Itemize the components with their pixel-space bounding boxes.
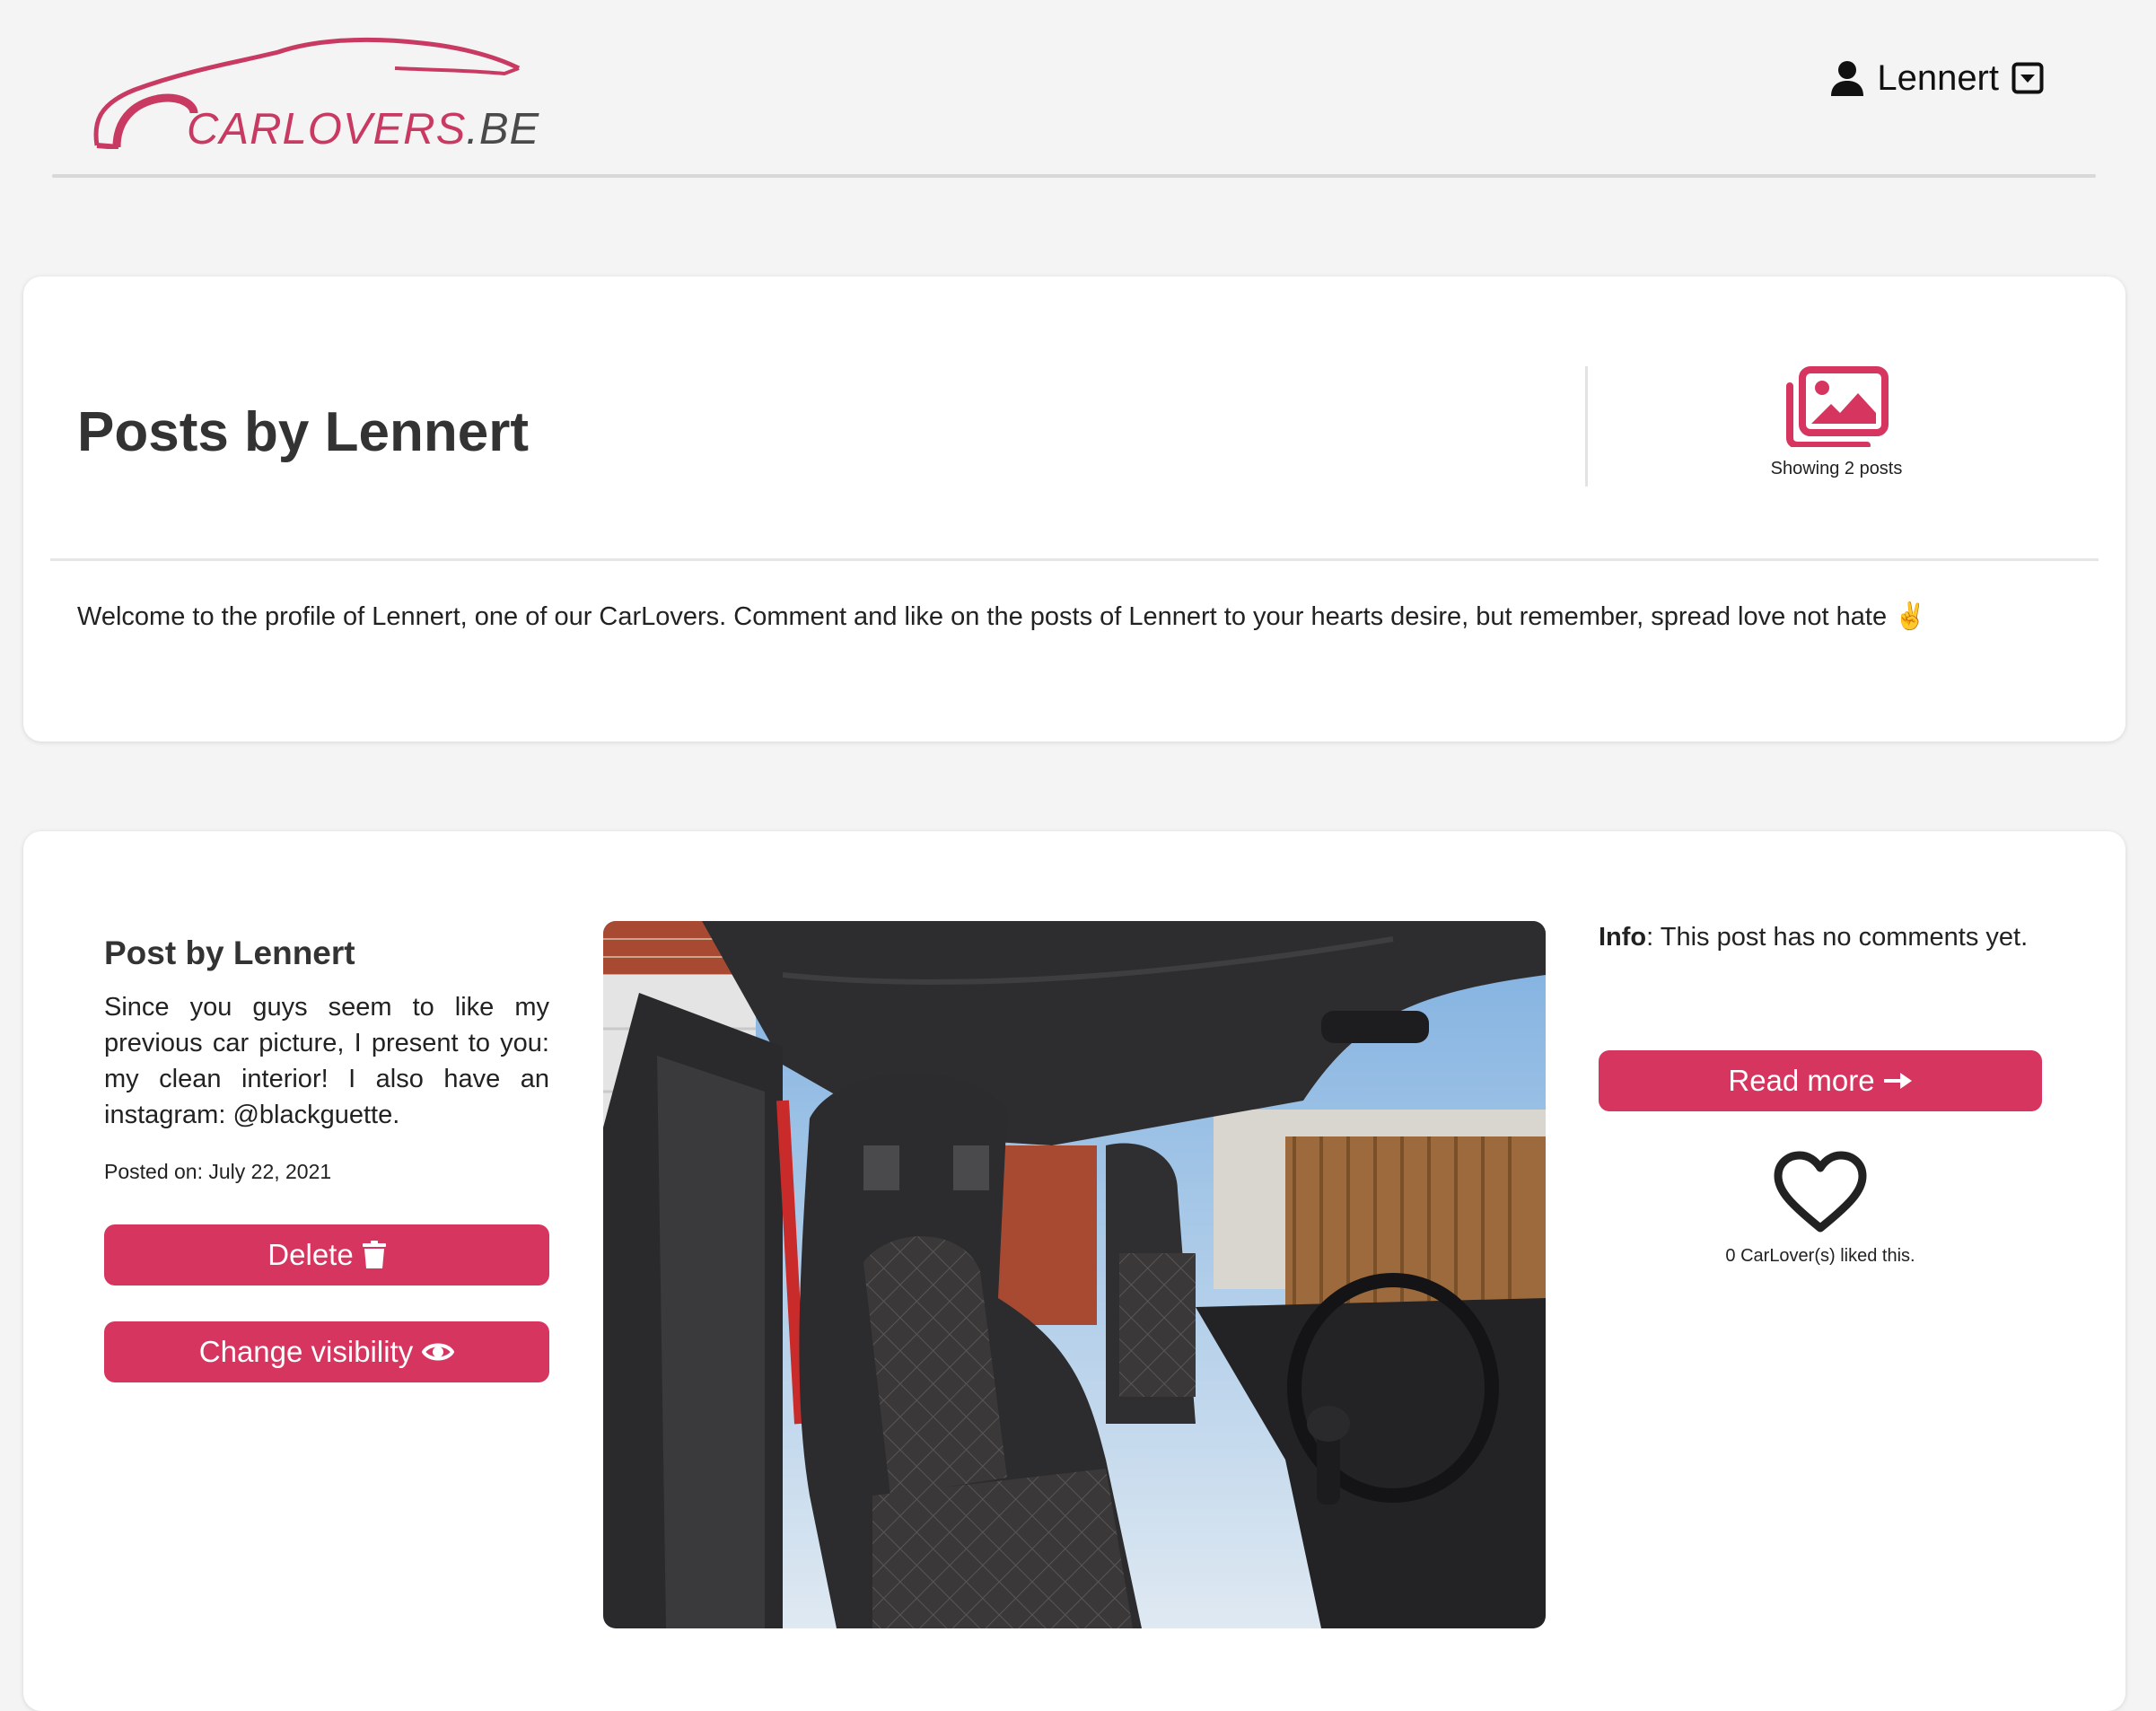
post-body: Since you guys seem to like my previous …	[104, 993, 549, 1129]
post-date: Posted on: July 22, 2021	[104, 1160, 332, 1183]
page-title: Posts by Lennert	[77, 401, 529, 463]
trash-icon	[362, 1241, 386, 1268]
user-menu-name[interactable]: Lennert	[1877, 58, 1999, 99]
heart-icon[interactable]	[1774, 1151, 1867, 1233]
carlovers-logo[interactable]: CARLOVERS.BE	[90, 32, 539, 154]
post-count-block: Showing 2 posts	[1630, 366, 2043, 479]
post-title: Post by Lennert	[104, 934, 355, 971]
likes-count-text: 0 CarLover(s) liked this.	[1725, 1246, 1915, 1266]
post-info-text: : This post has no comments yet.	[1646, 923, 2029, 952]
profile-card: Posts by Lennert Showing 2 posts Welcome…	[23, 276, 2125, 741]
change-visibility-button[interactable]: Change visibility	[104, 1321, 549, 1382]
post-card: Post by Lennert Since you guys seem to l…	[23, 831, 2125, 1711]
vertical-divider	[1585, 366, 1588, 487]
post-info-label: Info	[1599, 923, 1647, 952]
post-info: Info: This post has no comments yet.	[1599, 923, 2028, 952]
user-icon	[1831, 61, 1864, 96]
user-menu[interactable]: Lennert	[1830, 56, 2044, 101]
logo-tld: .BE	[466, 105, 540, 154]
logo-brand: CARLOVERS	[187, 105, 467, 154]
caret-square-down-icon[interactable]	[2011, 62, 2044, 94]
delete-button-label: Delete	[267, 1238, 354, 1271]
profile-welcome-text: Welcome to the profile of Lennert, one o…	[77, 602, 1927, 631]
images-icon	[1786, 366, 1889, 449]
horizontal-divider	[50, 558, 2099, 561]
read-more-label: Read more	[1728, 1064, 1875, 1097]
delete-button[interactable]: Delete	[104, 1224, 549, 1285]
logo-wordmark: CARLOVERS.BE	[187, 104, 539, 154]
car-interior-image	[603, 921, 1546, 1628]
post-count-text: Showing 2 posts	[1770, 459, 1903, 478]
read-more-button[interactable]: Read more	[1599, 1050, 2042, 1111]
header-divider	[52, 174, 2096, 178]
site-header: CARLOVERS.BE Lennert	[0, 0, 2156, 180]
post-image[interactable]	[603, 921, 1546, 1628]
change-visibility-label: Change visibility	[198, 1335, 414, 1368]
arrow-right-icon	[1883, 1073, 1912, 1089]
eye-icon	[422, 1343, 455, 1361]
